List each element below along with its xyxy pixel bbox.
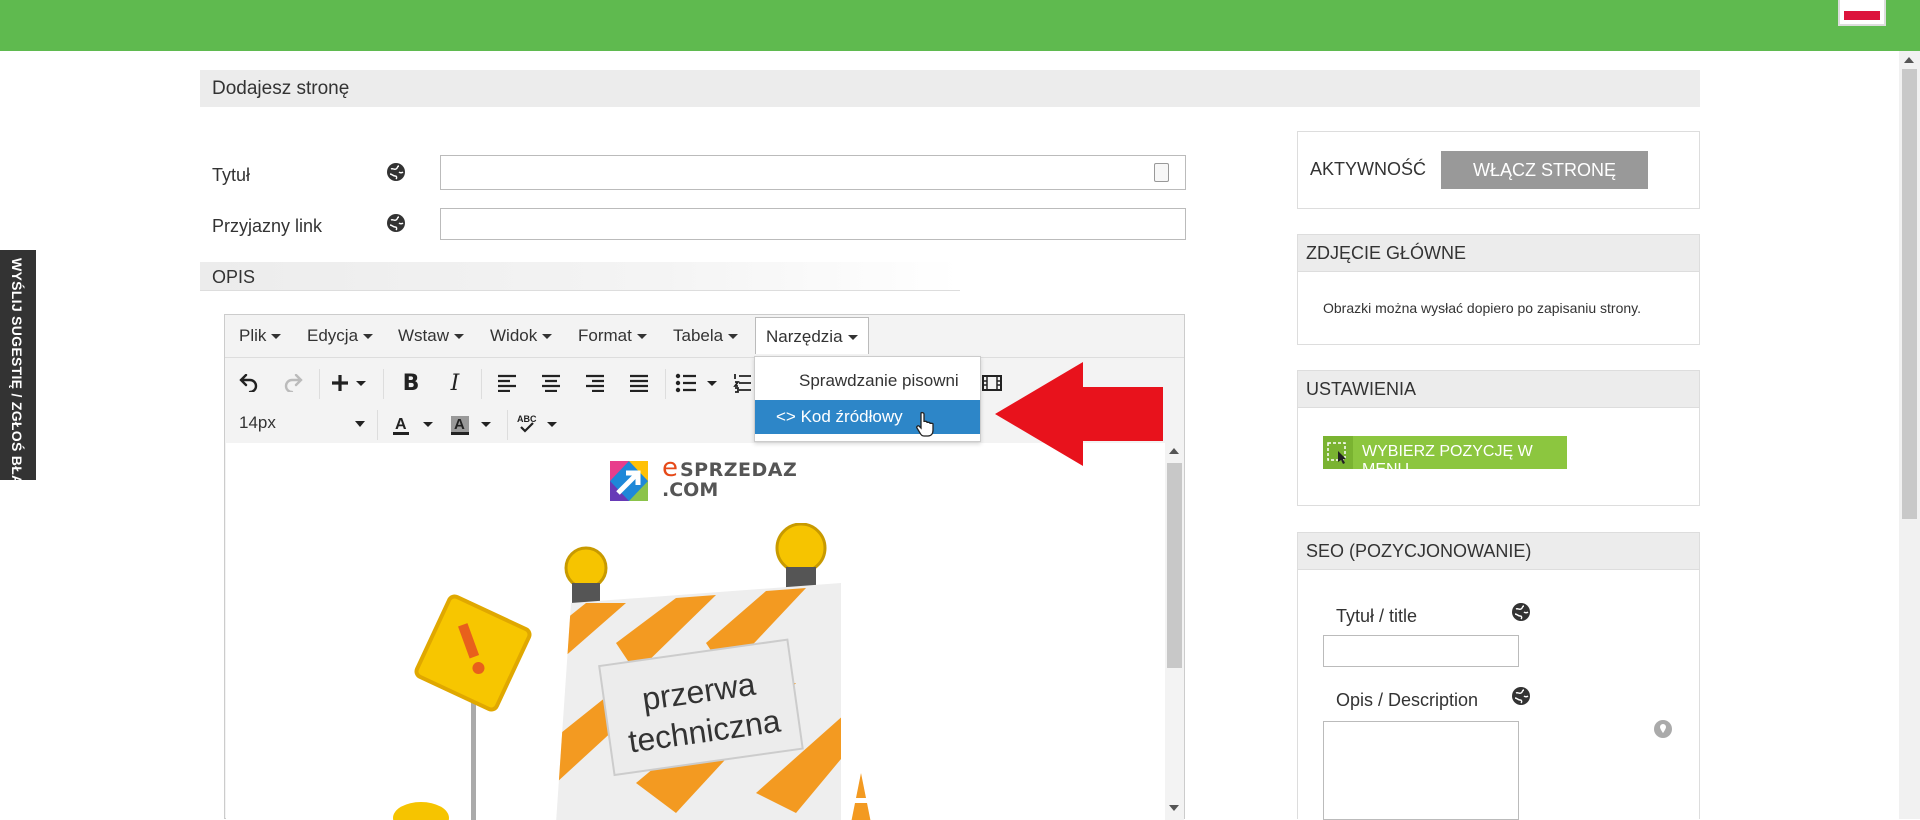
svg-text:A: A [454, 416, 465, 433]
title-input[interactable] [440, 155, 1186, 190]
settings-header: USTAWIENIA [1298, 371, 1699, 408]
top-bar [0, 0, 1920, 51]
spellcheck-icon[interactable]: ABC [517, 411, 561, 439]
chevron-down-icon[interactable] [355, 421, 365, 427]
text-color-icon[interactable]: A [393, 411, 437, 439]
location-pin-icon[interactable] [1654, 720, 1672, 738]
suggestion-tab-label: WYŚLIJ SUGESTIĘ / ZGŁOŚ BŁĄD [9, 258, 25, 496]
choose-menu-position-button[interactable]: WYBIERZ POZYCJĘ W MENU [1323, 436, 1567, 478]
menu-item-spellcheck[interactable]: Sprawdzanie pisowni [755, 364, 980, 398]
editor-menubar: Plik Edycja Wstaw Widok Format Tabela Na… [225, 315, 1184, 358]
menu-select-icon [1323, 436, 1353, 469]
main-photo-header: ZDJĘCIE GŁÓWNE [1298, 235, 1699, 272]
esprzedaz-logo-icon [602, 455, 654, 507]
svg-text:A: A [395, 416, 407, 433]
font-size-select[interactable]: 14px [239, 413, 276, 433]
seo-panel: SEO (POZYCJONOWANIE) Tytuł / title Opis … [1297, 532, 1700, 820]
menu-edit[interactable]: Edycja [307, 326, 374, 346]
scroll-up-icon[interactable] [1904, 57, 1914, 63]
photo-note: Obrazki można wysłać dopiero po zapisani… [1323, 300, 1642, 316]
globe-icon [1512, 687, 1530, 705]
hand-cursor-icon [916, 411, 934, 437]
menu-file[interactable]: Plik [239, 326, 282, 346]
page-scrollbar-thumb[interactable] [1902, 69, 1917, 519]
menu-format[interactable]: Format [578, 326, 647, 346]
align-center-icon[interactable] [537, 369, 565, 397]
friendly-link-label: Przyjazny link [212, 216, 323, 236]
align-left-icon[interactable] [493, 369, 521, 397]
svg-text:ABC: ABC [517, 414, 537, 424]
editor-scrollbar[interactable] [1165, 443, 1184, 820]
seo-title-label: Tytuł / title [1336, 606, 1418, 626]
page-title: Dodajesz stronę [212, 78, 350, 99]
main-photo-panel: ZDJĘCIE GŁÓWNE Obrazki można wysłać dopi… [1297, 234, 1700, 345]
globe-icon [387, 163, 405, 181]
menu-insert[interactable]: Wstaw [398, 326, 464, 346]
seo-header: SEO (POZYCJONOWANIE) [1298, 533, 1699, 570]
settings-title: USTAWIENIA [1306, 379, 1417, 399]
page-title-bar: Dodajesz stronę [200, 70, 1700, 107]
tools-dropdown: Sprawdzanie pisowni <> Kod źródłowy [754, 356, 981, 442]
menu-view[interactable]: Widok [490, 326, 553, 346]
description-section-header: OPIS [200, 262, 960, 291]
align-justify-icon[interactable] [625, 369, 653, 397]
enable-page-button[interactable]: WŁĄCZ STRONĘ [1441, 151, 1648, 189]
globe-icon [1512, 603, 1530, 621]
seo-description-label: Opis / Description [1336, 690, 1479, 710]
scrollbar-thumb[interactable] [1167, 463, 1182, 668]
globe-icon [387, 214, 405, 232]
seo-title-input[interactable] [1323, 635, 1519, 667]
main-photo-title: ZDJĘCIE GŁÓWNE [1306, 243, 1467, 263]
page-scrollbar[interactable] [1899, 51, 1920, 819]
logo-com: .COM [662, 479, 719, 501]
activity-panel: AKTYWNOŚĆ WŁĄCZ STRONĘ [1297, 131, 1700, 209]
language-flag-icon[interactable] [1838, 0, 1886, 26]
italic-icon[interactable]: I [441, 369, 469, 397]
editor-content[interactable]: e SPRZEDAZ .COM przerwa techniczna [226, 443, 1165, 820]
menu-item-source-code[interactable]: <> Kod źródłowy [755, 400, 980, 434]
undo-icon[interactable] [235, 369, 263, 397]
seo-title: SEO (POZYCJONOWANIE) [1306, 541, 1532, 561]
logo-text: SPRZEDAZ [680, 459, 798, 481]
bullet-list-icon[interactable] [675, 369, 719, 397]
seo-description-input[interactable] [1323, 721, 1519, 820]
redo-icon[interactable] [279, 369, 307, 397]
settings-panel: USTAWIENIA WYBIERZ POZYCJĘ W MENU [1297, 370, 1700, 506]
title-label: Tytuł [212, 165, 251, 185]
construction-illustration: przerwa techniczna [393, 523, 871, 820]
align-right-icon[interactable] [581, 369, 609, 397]
description-label: OPIS [212, 267, 256, 287]
menu-table[interactable]: Tabela [673, 326, 739, 346]
background-color-icon[interactable]: A [451, 411, 495, 439]
friendly-link-input[interactable] [440, 208, 1186, 240]
activity-label: AKTYWNOŚĆ [1310, 159, 1427, 179]
scroll-up-icon[interactable] [1169, 448, 1179, 454]
bold-icon[interactable]: B [397, 369, 425, 397]
menu-tools[interactable]: Narzędzia [755, 317, 869, 354]
suggestion-tab[interactable]: WYŚLIJ SUGESTIĘ / ZGŁOŚ BŁĄD [0, 250, 36, 496]
contact-card-icon[interactable] [1154, 163, 1169, 182]
red-arrow-icon [995, 362, 1163, 466]
scroll-down-icon[interactable] [1169, 805, 1179, 811]
numbered-list-icon[interactable] [733, 369, 753, 397]
insert-plus-icon[interactable] [331, 369, 371, 397]
choose-menu-position-label: WYBIERZ POZYCJĘ W MENU [1362, 443, 1533, 478]
